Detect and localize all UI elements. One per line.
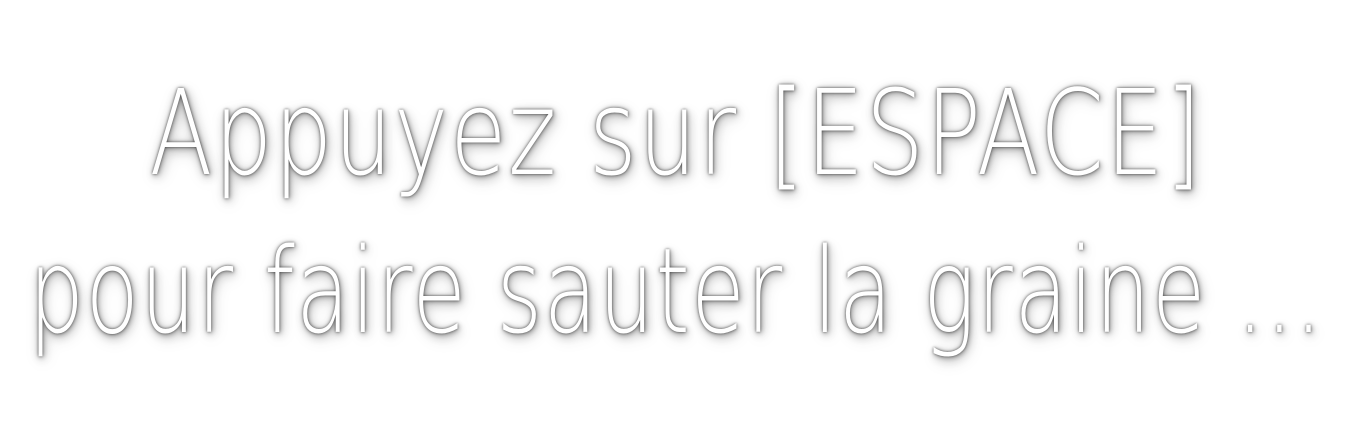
instruction-prompt: Appuyez sur [ESPACE] pour faire sauter l… [0,0,1352,429]
game-screen: Appuyez sur [ESPACE] pour faire sauter l… [0,0,1352,429]
instruction-line-1: Appuyez sur [ESPACE] [149,63,1203,202]
instruction-line-2: pour faire sauter la graine ... [28,221,1324,360]
